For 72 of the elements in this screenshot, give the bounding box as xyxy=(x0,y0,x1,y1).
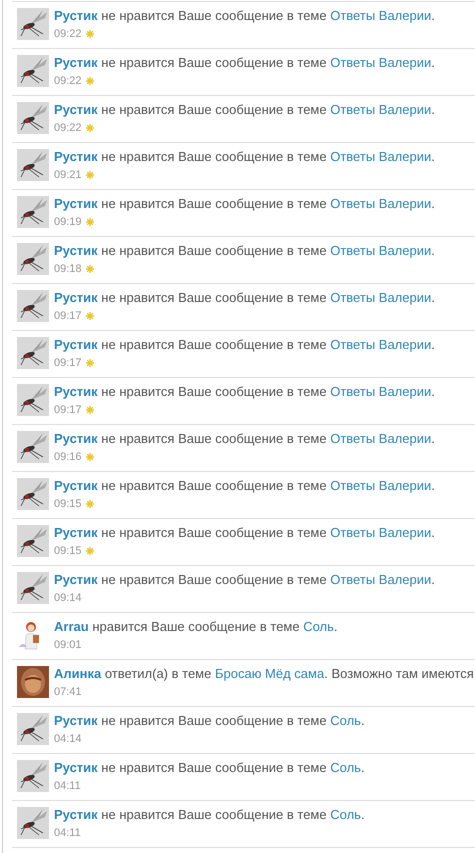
topic-link[interactable]: Соль xyxy=(330,713,361,728)
topic-link[interactable]: Ответы Валерии xyxy=(330,55,432,70)
user-link[interactable]: Рустик xyxy=(54,713,98,728)
topic-link[interactable]: Ответы Валерии xyxy=(330,149,432,164)
user-link[interactable]: Рустик xyxy=(54,431,98,446)
user-link[interactable]: Рустик xyxy=(54,243,98,258)
topic-link[interactable]: Соль xyxy=(330,760,361,775)
timestamp: 09:17 xyxy=(54,404,82,416)
notification-text: Рустик не нравится Ваше сообщение в теме Ответы Валерии. xyxy=(54,337,435,353)
timestamp: 09:22 xyxy=(54,28,82,40)
notification-text: Рустик не нравится Ваше сообщение в теме Соль. xyxy=(54,807,365,823)
notification-text: Алинка ответил(а) в теме Бросаю Мёд сама. Возможно там имеются xyxy=(54,666,474,682)
notification-text: Рустик не нравится Ваше сообщение в теме Ответы Валерии. xyxy=(54,525,435,541)
topic-link[interactable]: Ответы Валерии xyxy=(330,337,432,352)
timestamp: 09:22 xyxy=(54,75,82,87)
user-link[interactable]: Arrau xyxy=(54,619,89,634)
topic-link[interactable]: Ответы Валерии xyxy=(330,196,432,211)
topic-link[interactable]: Ответы Валерии xyxy=(330,290,432,305)
user-link[interactable]: Рустик xyxy=(54,290,98,305)
user-link[interactable]: Рустик xyxy=(54,337,98,352)
user-link[interactable]: Рустик xyxy=(54,196,98,211)
notification-text: Рустик не нравится Ваше сообщение в теме Ответы Валерии. xyxy=(54,384,435,400)
topic-link[interactable]: Ответы Валерии xyxy=(330,525,432,540)
notification-text: Рустик не нравится Ваше сообщение в теме Ответы Валерии. xyxy=(54,149,435,165)
timestamp: 09:22 xyxy=(54,122,82,134)
topic-link[interactable]: Ответы Валерии xyxy=(330,431,432,446)
user-link[interactable]: Рустик xyxy=(54,807,98,822)
notification-text: Рустик не нравится Ваше сообщение в теме Ответы Валерии. xyxy=(54,478,435,494)
timestamp: 09:14 xyxy=(54,592,82,604)
topic-link[interactable]: Бросаю Мёд сама xyxy=(214,666,324,681)
timestamp: 04:11 xyxy=(54,780,81,792)
topic-link[interactable]: Соль xyxy=(330,807,361,822)
timestamp: 04:11 xyxy=(54,827,81,839)
user-link[interactable]: Рустик xyxy=(54,760,98,775)
user-link[interactable]: Рустик xyxy=(54,525,98,540)
timestamp: 09:16 xyxy=(54,451,82,463)
timestamp: 09:17 xyxy=(54,357,82,369)
topic-link[interactable]: Соль xyxy=(303,619,334,634)
timestamp: 09:17 xyxy=(54,310,82,322)
user-link[interactable]: Алинка xyxy=(54,666,102,681)
topic-link[interactable]: Ответы Валерии xyxy=(330,384,432,399)
user-link[interactable]: Рустик xyxy=(54,8,98,23)
notification-text: Arrau нравится Ваше сообщение в теме Соль. xyxy=(54,619,338,635)
user-link[interactable]: Рустик xyxy=(54,384,98,399)
notification-text: Рустик не нравится Ваше сообщение в теме Ответы Валерии. xyxy=(54,55,435,71)
timestamp: 09:15 xyxy=(54,545,82,557)
notification-text: Рустик не нравится Ваше сообщение в теме Соль. xyxy=(54,760,365,776)
notification-text: Рустик не нравится Ваше сообщение в теме Ответы Валерии. xyxy=(54,290,435,306)
timestamp: 09:21 xyxy=(54,169,82,181)
timestamp: 04:14 xyxy=(54,733,82,745)
topic-link[interactable]: Ответы Валерии xyxy=(330,478,432,493)
timestamp: 09:01 xyxy=(54,639,82,651)
user-link[interactable]: Рустик xyxy=(54,572,98,587)
user-link[interactable]: Рустик xyxy=(54,102,98,117)
topic-link[interactable]: Ответы Валерии xyxy=(330,243,432,258)
timestamp: 09:18 xyxy=(54,263,82,275)
notification-text: Рустик не нравится Ваше сообщение в теме Ответы Валерии. xyxy=(54,243,435,259)
notification-text: Рустик не нравится Ваше сообщение в теме Ответы Валерии. xyxy=(54,8,435,24)
topic-link[interactable]: Ответы Валерии xyxy=(330,572,432,587)
notification-text: Рустик не нравится Ваше сообщение в теме Ответы Валерии. xyxy=(54,102,435,118)
notification-text: Рустик не нравится Ваше сообщение в теме Ответы Валерии. xyxy=(54,196,435,212)
timestamp: 09:19 xyxy=(54,216,82,228)
notification-text: Рустик не нравится Ваше сообщение в теме Ответы Валерии. xyxy=(54,572,435,588)
topic-link[interactable]: Ответы Валерии xyxy=(330,102,432,117)
topic-link[interactable]: Ответы Валерии xyxy=(330,8,432,23)
notification-text: Рустик не нравится Ваше сообщение в теме Ответы Валерии. xyxy=(54,431,435,447)
notification-text: Рустик не нравится Ваше сообщение в теме Соль. xyxy=(54,713,365,729)
user-link[interactable]: Рустик xyxy=(54,55,98,70)
timestamp: 09:15 xyxy=(54,498,82,510)
timestamp: 07:41 xyxy=(54,686,82,698)
user-link[interactable]: Рустик xyxy=(54,478,98,493)
user-link[interactable]: Рустик xyxy=(54,149,98,164)
